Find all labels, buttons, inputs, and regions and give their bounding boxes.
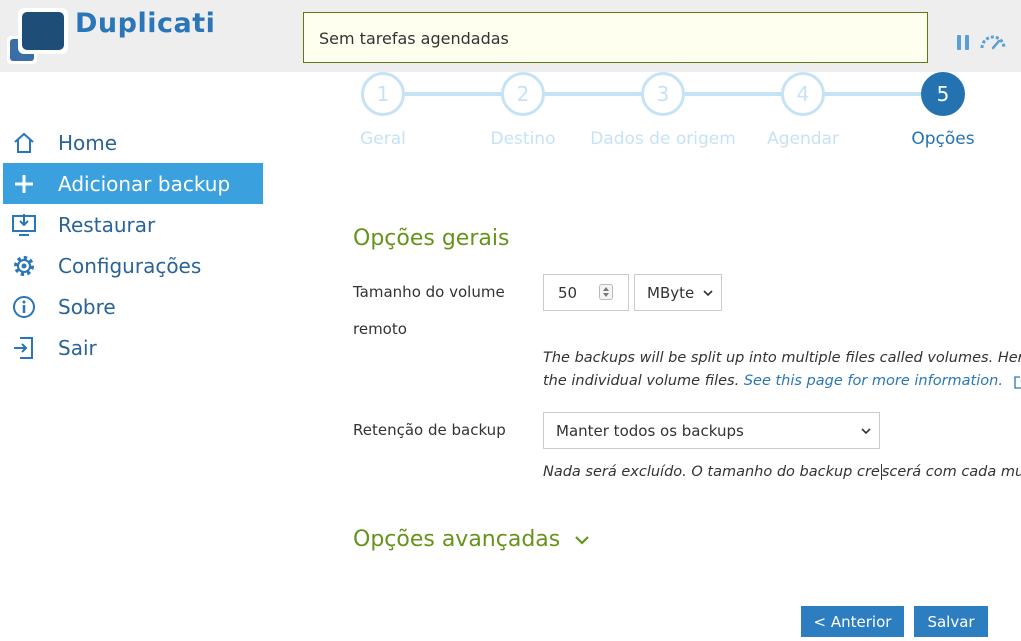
top-bar: Duplicati Sem tarefas agendadas — [0, 0, 1021, 72]
advanced-options-title: Opções avançadas — [353, 527, 561, 552]
general-options-title: Opções gerais — [353, 226, 510, 251]
status-text: Sem tarefas agendadas — [319, 29, 509, 48]
save-button[interactable]: Salvar — [914, 606, 988, 637]
volume-size-label-2: remoto — [353, 320, 407, 338]
sidebar-nav: Home Adicionar backup Restaurar Configur… — [3, 122, 263, 368]
external-link-icon[interactable] — [1013, 373, 1021, 389]
step-5-circle[interactable]: 5 — [921, 72, 965, 116]
volume-size-spinner[interactable] — [599, 284, 613, 300]
sidebar-item-settings[interactable]: Configurações — [3, 245, 263, 286]
pause-icon[interactable] — [957, 35, 969, 50]
sidebar-item-label: Home — [58, 130, 118, 155]
retention-label: Retenção de backup — [353, 421, 506, 439]
step-1-circle[interactable]: 1 — [361, 72, 405, 116]
volume-unit-value: MByte — [647, 284, 695, 302]
volume-size-help-line2: the individual volume files. See this pa… — [543, 373, 1021, 389]
retention-help-text-2: scerá com cada mud — [881, 464, 1021, 480]
previous-button[interactable]: < Anterior — [801, 606, 904, 637]
volume-unit-select[interactable]: MByte — [634, 274, 722, 311]
throttle-icon[interactable] — [979, 34, 1007, 50]
info-icon — [11, 294, 37, 320]
step-5-label[interactable]: Opções — [863, 129, 1021, 149]
home-icon — [11, 130, 37, 156]
logout-icon — [11, 335, 37, 361]
more-info-link[interactable]: See this page for more information. — [744, 373, 1003, 389]
sidebar-item-add-backup[interactable]: Adicionar backup — [3, 163, 263, 204]
step-4-label[interactable]: Agendar — [723, 129, 883, 149]
duplicati-logo[interactable] — [4, 6, 68, 64]
retention-help-text-1: Nada será excluído. O tamanho do backup … — [543, 464, 880, 480]
volume-size-value: 50 — [558, 284, 578, 302]
retention-help: Nada será excluído. O tamanho do backup … — [543, 464, 1021, 480]
retention-value: Manter todos os backups — [556, 422, 744, 440]
sidebar-item-home[interactable]: Home — [3, 122, 263, 163]
chevron-down-icon — [575, 536, 590, 545]
step-2-label[interactable]: Destino — [443, 129, 603, 149]
sidebar-item-restore[interactable]: Restaurar — [3, 204, 263, 245]
status-bar: Sem tarefas agendadas — [303, 12, 928, 63]
volume-size-input[interactable]: 50 — [543, 274, 629, 311]
retention-select[interactable]: Manter todos os backups — [543, 412, 880, 449]
step-3-label[interactable]: Dados de origem — [583, 129, 743, 149]
sidebar-item-label: Sair — [58, 335, 97, 360]
gear-icon — [11, 253, 37, 279]
sidebar-item-label: Configurações — [58, 253, 202, 278]
sidebar-item-about[interactable]: Sobre — [3, 286, 263, 327]
sidebar-item-logout[interactable]: Sair — [3, 327, 263, 368]
sidebar-item-label: Sobre — [58, 294, 116, 319]
chevron-down-icon — [703, 290, 713, 297]
step-4-circle[interactable]: 4 — [781, 72, 825, 116]
step-3-circle[interactable]: 3 — [641, 72, 685, 116]
restore-icon — [11, 212, 37, 238]
volume-size-help-line1: The backups will be split up into multip… — [543, 350, 1021, 366]
sidebar-item-label: Adicionar backup — [58, 171, 231, 196]
volume-size-label: Tamanho do volume — [353, 283, 505, 301]
step-2-circle[interactable]: 2 — [501, 72, 545, 116]
app-title[interactable]: Duplicati — [75, 8, 215, 39]
volume-size-help-text: the individual volume files. — [543, 373, 740, 389]
chevron-down-icon — [861, 428, 871, 435]
plus-icon — [11, 171, 37, 197]
sidebar-item-label: Restaurar — [58, 212, 156, 237]
advanced-options-toggle[interactable]: Opções avançadas — [353, 527, 590, 552]
step-1-label[interactable]: Geral — [303, 129, 463, 149]
